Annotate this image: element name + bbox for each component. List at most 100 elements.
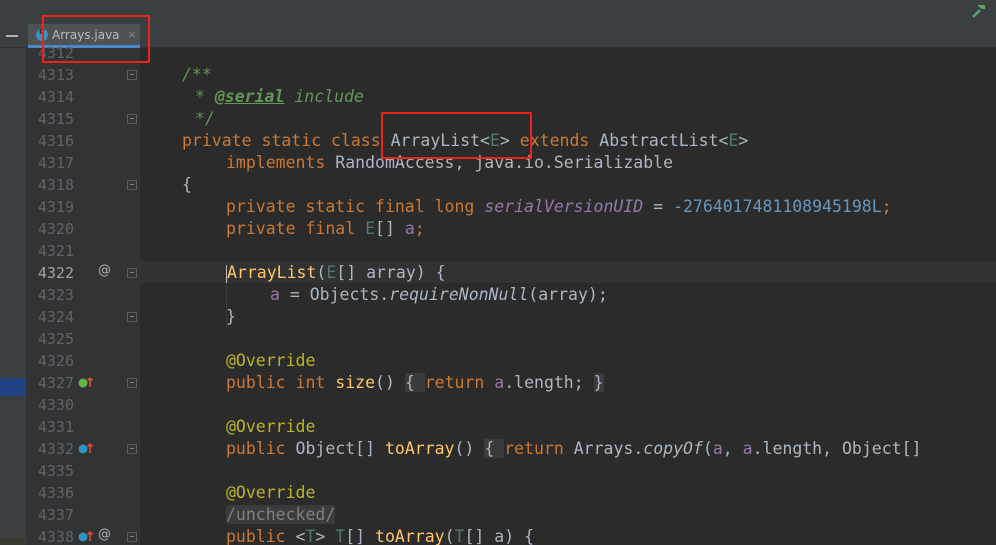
fold-icon[interactable] (127, 70, 137, 80)
line-number: 4337 (37, 506, 74, 524)
folded-block[interactable]: { (484, 439, 505, 458)
fold-icon[interactable] (127, 312, 137, 322)
code-line-4337[interactable]: /unchecked/ (226, 504, 336, 526)
code-text: .length, Object[] (752, 439, 922, 458)
close-icon[interactable]: × (128, 28, 137, 41)
static-method-call: copyOf (643, 439, 703, 458)
tab-label: Arrays.java (52, 27, 120, 42)
constructor-name: ArrayList (227, 263, 317, 282)
code-text: [] (345, 527, 376, 545)
line-number: 4318 (37, 176, 74, 194)
line-number: 4327 (37, 374, 74, 392)
code-text: .length; (504, 373, 594, 392)
code-text: , (722, 439, 743, 458)
code-text: ( (444, 527, 455, 545)
code-line-4313[interactable]: /** (182, 64, 212, 86)
line-number: 4316 (37, 132, 74, 150)
line-number: 4323 (37, 286, 74, 304)
code-line-4317[interactable]: implements RandomAccess, java.io.Seriali… (226, 152, 673, 174)
line-number: 4326 (37, 352, 74, 370)
code-line-4318[interactable]: { (182, 174, 192, 196)
current-line-number: 4322 (37, 264, 74, 282)
folded-block[interactable]: { (404, 373, 425, 392)
code-text: < (295, 527, 306, 545)
keyword: return (424, 373, 495, 392)
keyword: public int (226, 373, 336, 392)
code-text: () (454, 439, 485, 458)
code-line-4331[interactable]: @Override (226, 416, 315, 438)
fold-icon[interactable] (127, 378, 137, 388)
code-text: [] (375, 219, 405, 238)
code-line-4322[interactable]: ArrayList(E[] array) { (226, 262, 446, 284)
code-line-4326[interactable]: @Override (226, 350, 315, 372)
line-number: 4331 (37, 418, 74, 436)
line-number: 4338 (37, 528, 74, 545)
at-symbol[interactable]: @ (98, 527, 111, 542)
build-hammer-icon[interactable] (970, 2, 988, 20)
override-method-icon[interactable] (78, 441, 94, 455)
fold-icon[interactable] (127, 444, 137, 454)
keyword: extends (519, 131, 600, 150)
folded-comment[interactable]: /unchecked/ (226, 505, 336, 524)
top-toolbar (0, 0, 996, 24)
static-method-call: requireNonNull (389, 285, 529, 304)
keyword: return (504, 439, 574, 458)
code-line-4332[interactable]: public Object[] toArray() { return Array… (226, 438, 921, 460)
type-param: T (335, 527, 346, 545)
type-param: E (326, 263, 337, 282)
field: a (404, 219, 415, 238)
code-text: ; (881, 197, 892, 216)
line-number: 4325 (37, 330, 74, 348)
fold-icon[interactable] (127, 180, 137, 190)
code-line-4316[interactable]: private static class ArrayList<E> extend… (182, 130, 748, 152)
override-method-icon[interactable] (78, 529, 94, 543)
code-editor[interactable]: /** * @serial include */ private static … (140, 48, 996, 545)
code-text: > (499, 131, 520, 150)
field: a (270, 285, 280, 304)
keyword: private final (226, 219, 366, 238)
code-line-4327[interactable]: public int size() { return a.length; } (226, 372, 604, 394)
minimize-icon[interactable] (0, 24, 24, 48)
code-text: > (315, 527, 336, 545)
type-param: E (489, 131, 500, 150)
code-text: { (182, 175, 192, 194)
code-text: [] a) { (464, 527, 535, 545)
line-number: 4321 (37, 242, 74, 260)
method-name: size (335, 373, 376, 392)
line-number: 4324 (37, 308, 74, 326)
static-field: serialVersionUID (484, 197, 644, 216)
code-text: AbstractList< (599, 131, 729, 150)
code-text: RandomAccess, java.io.Serializable (335, 153, 674, 172)
fold-icon[interactable] (127, 532, 137, 542)
code-line-4315[interactable]: */ (195, 108, 215, 130)
folded-block[interactable]: } (593, 373, 604, 392)
line-number-gutter[interactable]: 4312 4313 4314 4315 4316 4317 4318 4319 … (26, 44, 140, 545)
code-text: Arrays. (573, 439, 644, 458)
keyword: private static final long (226, 197, 485, 216)
code-line-4323[interactable]: a = Objects.requireNonNull(array); (270, 284, 608, 306)
number-literal: -2764017481108945198L (673, 197, 882, 216)
keyword: public (226, 439, 296, 458)
doc-comment: * (195, 87, 215, 106)
type-param: E (365, 219, 376, 238)
fold-icon[interactable] (127, 268, 137, 278)
line-number: 4314 (37, 88, 74, 106)
code-line-4324[interactable]: } (226, 306, 236, 328)
field: a (494, 373, 505, 392)
code-line-4338[interactable]: public <T> T[] toArray(T[] a) { (226, 526, 534, 545)
line-number: 4319 (37, 198, 74, 216)
code-text: [] array) { (336, 263, 446, 282)
code-line-4320[interactable]: private final E[] a; (226, 218, 425, 240)
keyword: public (226, 527, 296, 545)
implements-method-icon[interactable] (78, 375, 94, 389)
code-text: (array); (528, 285, 608, 304)
java-class-icon (36, 27, 48, 41)
code-line-4314[interactable]: * @serial include (195, 86, 364, 108)
fold-icon[interactable] (127, 114, 137, 124)
code-line-4336[interactable]: @Override (226, 482, 315, 504)
line-number: 4332 (37, 440, 74, 458)
code-line-4319[interactable]: private static final long serialVersionU… (226, 196, 892, 218)
at-symbol[interactable]: @ (98, 263, 111, 278)
annotation: @Override (226, 351, 316, 370)
field: a (712, 439, 723, 458)
